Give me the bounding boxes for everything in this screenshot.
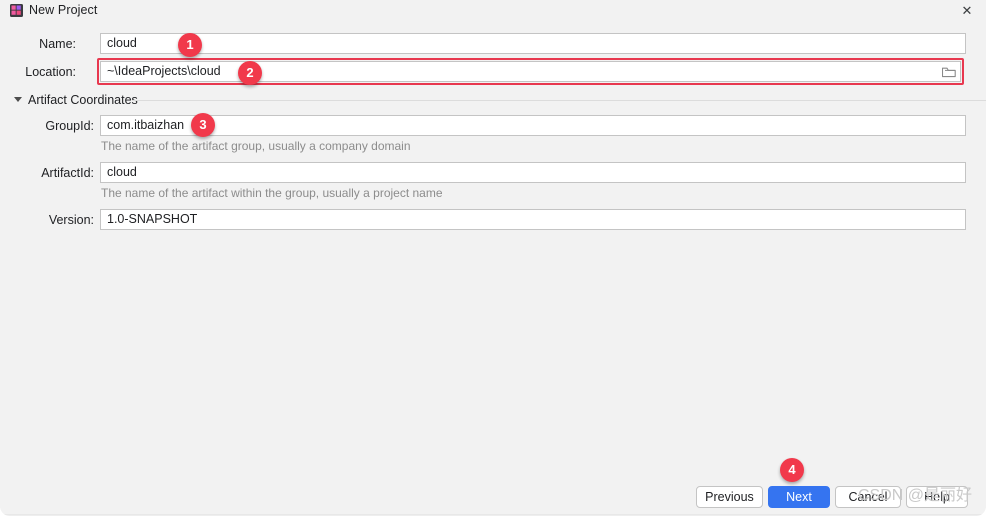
window-title: New Project bbox=[29, 3, 98, 17]
groupid-label: GroupId: bbox=[45, 119, 94, 133]
annotation-badge-1: 1 bbox=[178, 33, 202, 57]
version-input[interactable]: 1.0-SNAPSHOT bbox=[100, 209, 966, 230]
artifact-coordinates-title: Artifact Coordinates bbox=[28, 93, 138, 107]
annotation-badge-3: 3 bbox=[191, 113, 215, 137]
title-bar: New Project ✕ bbox=[0, 0, 986, 22]
new-project-dialog: New Project ✕ Name: cloud Location: ~\Id… bbox=[0, 0, 986, 516]
name-label: Name: bbox=[39, 37, 76, 51]
annotation-badge-4: 4 bbox=[780, 458, 804, 482]
groupid-input[interactable]: com.itbaizhan bbox=[100, 115, 966, 136]
help-button[interactable]: Help bbox=[906, 486, 968, 508]
location-input[interactable]: ~\IdeaProjects\cloud bbox=[100, 61, 961, 82]
name-input[interactable]: cloud bbox=[100, 33, 966, 54]
next-button[interactable]: Next bbox=[768, 486, 830, 508]
cancel-button[interactable]: Cancel bbox=[835, 486, 901, 508]
annotation-badge-2: 2 bbox=[238, 61, 262, 85]
previous-button[interactable]: Previous bbox=[696, 486, 763, 508]
artifactid-hint: The name of the artifact within the grou… bbox=[101, 186, 443, 200]
intellij-project-icon bbox=[10, 4, 23, 17]
dialog-footer: Previous Next Cancel Help bbox=[0, 477, 986, 516]
artifactid-input[interactable]: cloud bbox=[100, 162, 966, 183]
groupid-hint: The name of the artifact group, usually … bbox=[101, 139, 411, 153]
folder-icon[interactable] bbox=[942, 66, 956, 78]
version-label: Version: bbox=[48, 213, 94, 227]
close-icon[interactable]: ✕ bbox=[958, 2, 976, 20]
artifactid-label: ArtifactId: bbox=[41, 166, 94, 180]
location-label: Location: bbox=[25, 65, 76, 79]
chevron-down-icon[interactable] bbox=[14, 97, 22, 102]
section-divider bbox=[132, 100, 986, 101]
dialog-content: Name: cloud Location: ~\IdeaProjects\clo… bbox=[0, 22, 986, 477]
